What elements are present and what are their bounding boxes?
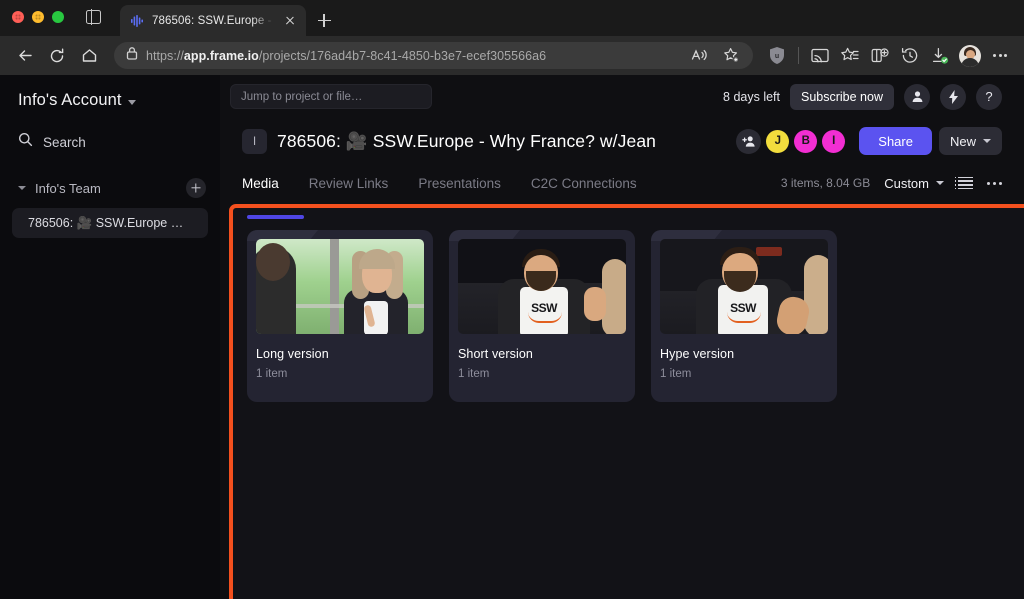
window-controls [12, 0, 64, 36]
tab-title: 786506: SSW.Europe - Why [152, 15, 274, 27]
add-person-icon[interactable] [736, 129, 761, 154]
media-grid-highlight: Long version 1 item SSW [229, 204, 1024, 599]
close-window-button[interactable] [12, 11, 24, 23]
folder-thumbnail: SSW [660, 239, 828, 334]
maximize-window-button[interactable] [52, 11, 64, 23]
help-label: ? [985, 90, 992, 103]
chevron-down-icon [983, 139, 991, 143]
folder-card[interactable]: SSW Short version 1 item [449, 230, 635, 402]
tab-c2c-connections[interactable]: C2C Connections [531, 164, 637, 202]
settings-more-icon[interactable] [986, 42, 1014, 70]
folder-title: Short version [458, 347, 626, 361]
help-icon[interactable]: ? [976, 84, 1002, 110]
sort-selector[interactable]: Custom [884, 176, 944, 191]
folder-title: Long version [256, 347, 424, 361]
jump-to-placeholder: Jump to project or file… [241, 91, 362, 103]
close-icon[interactable] [281, 12, 298, 29]
folder-card[interactable]: Long version 1 item [247, 230, 433, 402]
new-button[interactable]: New [939, 127, 1002, 155]
home-button[interactable] [74, 41, 104, 71]
subscribe-now-button[interactable]: Subscribe now [790, 84, 894, 110]
share-button[interactable]: Share [859, 127, 932, 155]
downloads-icon[interactable] [926, 42, 954, 70]
tab-media[interactable]: Media [242, 164, 279, 202]
avatar [959, 45, 981, 67]
folder-title: Hype version [660, 347, 828, 361]
browser-toolbar: https://app.frame.io/projects/176ad4b7-8… [0, 36, 1024, 75]
sidebar-icon [86, 10, 101, 24]
split-screen-icon[interactable] [866, 42, 894, 70]
add-favorite-icon[interactable] [717, 42, 745, 70]
sidebar-toggle-button[interactable] [80, 0, 106, 36]
sidebar-item-project[interactable]: 786506: 🎥 SSW.Europe … [12, 208, 208, 238]
tab-review-links[interactable]: Review Links [309, 164, 389, 202]
folder-item-count: 1 item [660, 368, 828, 380]
tab-presentations[interactable]: Presentations [418, 164, 501, 202]
minimize-window-button[interactable] [32, 11, 44, 23]
back-button[interactable] [10, 41, 40, 71]
trial-days-left: 8 days left [723, 90, 780, 104]
read-aloud-icon[interactable] [685, 42, 713, 70]
add-project-button[interactable] [186, 178, 206, 198]
collaborator-avatar[interactable]: I [822, 130, 845, 153]
folder-card[interactable]: SSW Hype version 1 item [651, 230, 837, 402]
search-icon [18, 132, 33, 152]
upload-progress-bar [247, 215, 304, 219]
browser-tab[interactable]: 786506: SSW.Europe - Why [120, 5, 306, 36]
url-text: https://app.frame.io/projects/176ad4b7-8… [146, 49, 677, 63]
lock-icon [126, 46, 138, 65]
items-summary: 3 items, 8.04 GB [781, 176, 870, 190]
svg-text:u: u [775, 53, 779, 60]
address-bar[interactable]: https://app.frame.io/projects/176ad4b7-8… [114, 42, 753, 69]
sidebar-team-row[interactable]: Info's Team [12, 152, 208, 198]
app-sidebar: Info's Account Search Info's Team 786506… [0, 75, 220, 599]
page-content: Info's Account Search Info's Team 786506… [0, 75, 1024, 599]
project-tabs: Media Review Links Presentations C2C Con… [220, 164, 1024, 202]
browser-titlebar: 786506: SSW.Europe - Why [0, 0, 1024, 36]
folder-item-count: 1 item [256, 368, 424, 380]
project-title-row: I 786506: 🎥 SSW.Europe - Why France? w/J… [220, 118, 1024, 164]
list-view-icon[interactable] [958, 177, 973, 190]
frameio-waveform-icon [131, 14, 145, 28]
account-name: Info's Account [18, 91, 122, 110]
collaborator-avatar[interactable]: J [766, 130, 789, 153]
toolbar-divider [798, 47, 799, 64]
cast-icon[interactable] [806, 42, 834, 70]
project-badge: I [242, 129, 267, 154]
account-switcher[interactable]: Info's Account [12, 75, 208, 110]
sidebar-project-label: 786506: 🎥 SSW.Europe … [28, 216, 183, 231]
folder-thumbnail: SSW [458, 239, 626, 334]
folder-thumbnail [256, 239, 424, 334]
search-label: Search [43, 135, 86, 150]
chevron-down-icon [18, 186, 26, 190]
app-topbar: Jump to project or file… 8 days left Sub… [220, 75, 1024, 118]
chevron-down-icon [936, 181, 944, 185]
new-button-label: New [950, 134, 976, 149]
new-tab-button[interactable] [310, 5, 338, 36]
page-title: 786506: 🎥 SSW.Europe - Why France? w/Jea… [277, 131, 656, 152]
main-area: Jump to project or file… 8 days left Sub… [220, 75, 1024, 599]
collections-icon[interactable] [836, 42, 864, 70]
sidebar-search[interactable]: Search [12, 110, 208, 152]
history-icon[interactable] [896, 42, 924, 70]
person-icon[interactable] [904, 84, 930, 110]
folder-card-grid: Long version 1 item SSW [247, 230, 837, 402]
collaborator-avatar[interactable]: B [794, 130, 817, 153]
bolt-icon[interactable] [940, 84, 966, 110]
folder-item-count: 1 item [458, 368, 626, 380]
sort-label: Custom [884, 176, 929, 191]
more-options-icon[interactable] [987, 182, 1002, 185]
browser-window: 786506: SSW.Europe - Why [0, 0, 1024, 599]
profile-avatar[interactable] [956, 42, 984, 70]
ublock-origin-icon[interactable]: u [763, 42, 791, 70]
tab-strip: 786506: SSW.Europe - Why [120, 0, 338, 36]
jump-to-input[interactable]: Jump to project or file… [230, 84, 432, 109]
chevron-down-icon [128, 100, 136, 105]
refresh-button[interactable] [42, 41, 72, 71]
team-name: Info's Team [35, 181, 177, 196]
